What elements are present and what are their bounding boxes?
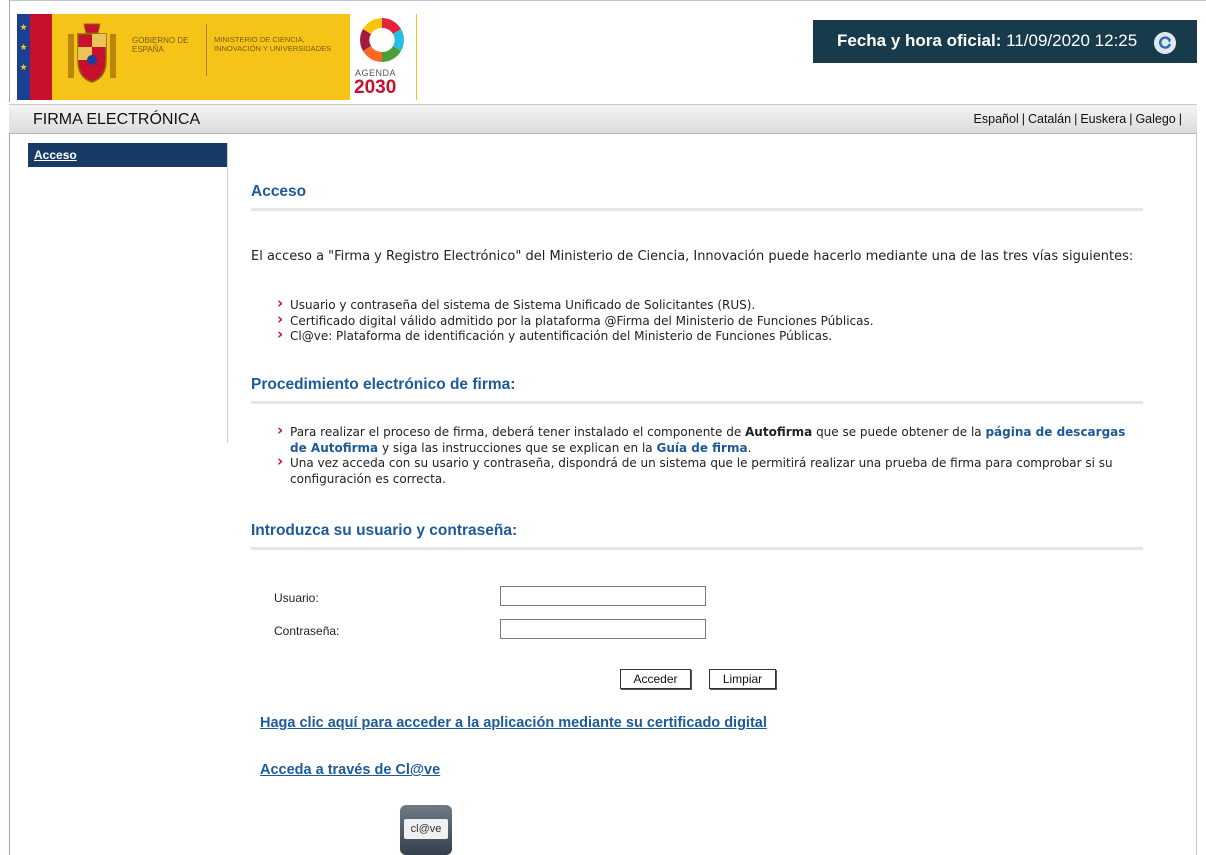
lang-gl[interactable]: Galego xyxy=(1135,112,1175,126)
text: que se puede obtener de la xyxy=(812,425,986,439)
acceder-button[interactable]: Acceder xyxy=(620,669,691,689)
password-input[interactable] xyxy=(500,619,706,639)
eu-flag-icon: ★ ★ ★ xyxy=(17,14,30,100)
procedure-list: Para realizar el proceso de firma, deber… xyxy=(271,423,1141,487)
list-item: Cl@ve: Plataforma de identificación y au… xyxy=(271,327,1141,345)
clave-logo-button[interactable]: cl@ve xyxy=(400,805,452,855)
language-selector: Español | Catalán | Euskera | Galego | xyxy=(974,112,1185,126)
refresh-icon[interactable] xyxy=(1154,32,1176,54)
clock-label: Fecha y hora oficial: xyxy=(837,31,1002,50)
main-frame: Acceso Acceso El acceso a "Firma y Regis… xyxy=(9,134,1197,855)
gobierno-text: GOBIERNO DE ESPAÑA xyxy=(132,36,189,54)
official-clock: Fecha y hora oficial: 11/09/2020 12:25 xyxy=(813,20,1197,63)
autofirma-name: Autofirma xyxy=(745,425,813,439)
sidebar: Acceso xyxy=(28,143,228,443)
clock-text: Fecha y hora oficial: 11/09/2020 12:25 xyxy=(837,31,1137,51)
list-item: Certificado digital válido admitido por … xyxy=(271,312,1141,330)
limpiar-button[interactable]: Limpiar xyxy=(709,669,776,689)
text: . xyxy=(747,440,752,455)
intro-text: El acceso a "Firma y Registro Electrónic… xyxy=(251,249,1134,264)
agenda-year: 2030 xyxy=(354,77,397,98)
certificate-access-link[interactable]: Haga clic aquí para acceder a la aplicac… xyxy=(260,715,767,731)
usuario-label: Usuario: xyxy=(274,591,319,605)
clave-logo-text: cl@ve xyxy=(404,819,448,839)
section-title-login: Introduzca su usuario y contraseña: xyxy=(251,522,1143,550)
page-title: FIRMA ELECTRÓNICA xyxy=(33,111,201,128)
clave-access-link[interactable]: Acceda a través de Cl@ve xyxy=(260,762,440,778)
text: Para realizar el proceso de firma, deber… xyxy=(290,425,746,439)
password-label: Contraseña: xyxy=(274,624,340,638)
list-item: Una vez acceda con su usario y contraseñ… xyxy=(271,454,1141,487)
ministerio-text: MINISTERIO DE CIENCIA, INNOVACIÓN Y UNIV… xyxy=(214,35,332,53)
header-divider xyxy=(206,24,207,76)
separator: | xyxy=(1178,112,1182,126)
guia-firma-link[interactable]: Guía de firma xyxy=(656,441,747,455)
text: y siga las instrucciones que se explican… xyxy=(378,440,657,455)
separator: | xyxy=(1021,112,1025,126)
coat-of-arms-icon xyxy=(68,23,116,83)
clock-value: 11/09/2020 12:25 xyxy=(1006,31,1138,50)
flag-stripe xyxy=(30,14,52,100)
section-title-procedimiento: Procedimiento electrónico de firma: xyxy=(251,376,1143,404)
lang-es[interactable]: Español xyxy=(974,112,1019,126)
usuario-input[interactable] xyxy=(500,586,706,606)
lang-ca[interactable]: Catalán xyxy=(1028,112,1071,126)
sdg-wheel-icon xyxy=(360,18,404,62)
list-item: Para realizar el proceso de firma, deber… xyxy=(271,423,1141,456)
sidebar-item-acceso[interactable]: Acceso xyxy=(28,143,227,167)
section-title-acceso: Acceso xyxy=(251,183,1143,211)
list-item: Usuario y contraseña del sistema de Sist… xyxy=(271,296,1141,314)
lang-eu[interactable]: Euskera xyxy=(1080,112,1126,126)
title-bar: FIRMA ELECTRÓNICA Español | Catalán | Eusker… xyxy=(9,104,1197,134)
separator: | xyxy=(1074,112,1078,126)
separator: | xyxy=(1129,112,1133,126)
access-methods-list: Usuario y contraseña del sistema de Sist… xyxy=(271,296,1141,345)
